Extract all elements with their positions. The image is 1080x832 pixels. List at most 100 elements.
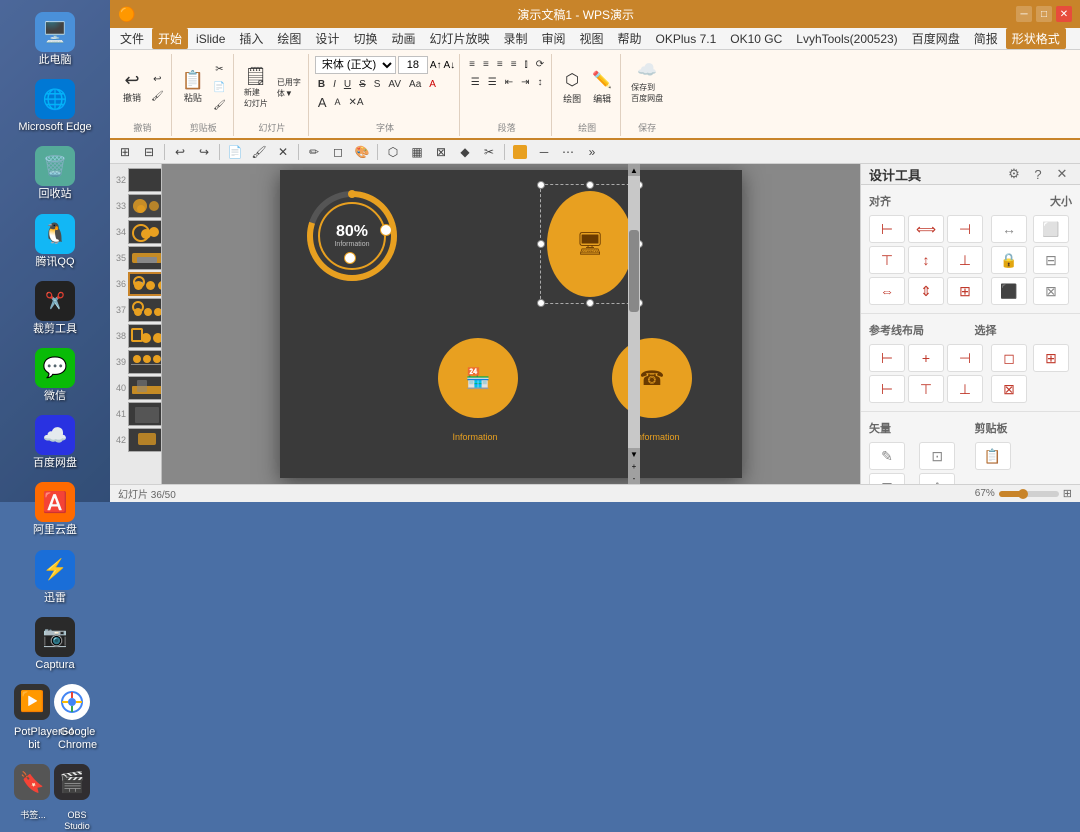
desktop-icon-edge[interactable]: 🌐 Microsoft Edge [10,75,100,138]
menu-baidu[interactable]: 百度网盘 [906,28,966,49]
new-slide-button[interactable]: 🗒 新建幻灯片 [240,62,272,114]
underline-button[interactable]: U [341,76,354,92]
vector-merge-btn[interactable]: ⊟ [869,473,905,484]
toolbar-table-button[interactable]: ⊟ [138,142,160,162]
toolbar-clear-format[interactable]: ✕ [272,142,294,162]
font-size-decrease-button[interactable]: A↓ [444,60,456,71]
bold-button[interactable]: B [315,76,328,92]
desktop-icon-recycle[interactable]: 🗑️ 回收站 [10,142,100,205]
grid-tl-btn[interactable]: ⊢ [869,344,905,372]
size-match-btn[interactable]: ⬛ [991,277,1027,305]
menu-review[interactable]: 审阅 [536,28,572,49]
vector-node-btn[interactable]: ⊡ [919,442,955,470]
font-name-select[interactable]: 宋体 (正文) [315,56,396,74]
desktop-icon-bottom[interactable]: 🔖 🎬 [10,760,100,806]
menu-help[interactable]: 帮助 [612,28,648,49]
toolbar-grid-button[interactable]: ⊞ [114,142,136,162]
size-equal-btn[interactable]: ⊟ [1033,246,1069,274]
toolbar-redo-button[interactable]: ↪ [193,142,215,162]
distribute-h-btn[interactable]: ⇔ [869,277,905,305]
distribute-all-btn[interactable]: ⊞ [947,277,983,305]
toolbar-arrange[interactable]: ⊠ [430,142,452,162]
close-button[interactable]: ✕ [1056,6,1072,22]
toolbar-copy-button[interactable]: 📄 [224,142,246,162]
toolbar-format-painter[interactable]: 🖌 [248,142,270,162]
toolbar-undo-button[interactable]: ↩ [169,142,191,162]
select-same-type-btn[interactable]: ⊞ [1033,344,1069,372]
zoom-button[interactable]: + [628,460,640,472]
desktop-icon-thunder[interactable]: ⚡ 迅雷 [10,546,100,609]
font-size-increase-button[interactable]: A↑ [430,60,442,71]
strikethrough-button[interactable]: S [356,76,369,92]
desktop-icon-computer[interactable]: 🖥️ 此电脑 [10,8,100,71]
size-width-btn[interactable]: ↔ [991,215,1027,243]
handle-tm[interactable] [586,181,594,189]
align-right-btn[interactable]: ⊣ [947,215,983,243]
spacing-button[interactable]: AV [385,76,404,92]
toolbar-crop[interactable]: ✂ [478,142,500,162]
menu-brief[interactable]: 简报 [968,28,1004,49]
menu-file[interactable]: 文件 [114,28,150,49]
grid-tr-btn[interactable]: ⊣ [947,344,983,372]
numbered-list-button[interactable]: ☰ [485,74,500,90]
menu-islide[interactable]: iSlide [190,30,231,48]
slide-thumbnail-38[interactable] [128,324,162,348]
desktop-icon-cricut[interactable]: ✂️ 裁剪工具 [10,277,100,340]
uppercase-button[interactable]: Aa [406,76,424,92]
shadow-button[interactable]: S [371,76,384,92]
undo-button[interactable]: ↩ 撤销 [118,62,146,114]
indent-increase-button[interactable]: ⇥ [518,74,532,90]
menu-switch[interactable]: 切换 [347,28,383,49]
right-circle[interactable]: ☎ [612,338,692,418]
toolbar-eraser-button[interactable]: ◻ [327,142,349,162]
menu-view[interactable]: 视图 [574,28,610,49]
bullet-list-button[interactable]: ☰ [468,74,483,90]
select-all-btn[interactable]: ◻ [991,344,1027,372]
handle-bl[interactable] [537,299,545,307]
scroll-down-button[interactable]: ▼ [628,448,640,460]
align-left-button[interactable]: ≡ [466,56,478,72]
size-fit-btn[interactable]: ⊠ [1033,277,1069,305]
select-lasso-btn[interactable]: ⊠ [991,375,1027,403]
paste-button[interactable]: 📋 粘贴 [178,62,208,114]
middle-circle[interactable]: 🏪 [438,338,518,418]
zoom-slider[interactable] [999,491,1059,497]
save-to-cloud-button[interactable]: ☁️ 保存到百度网盘 [627,56,667,108]
scroll-thumb[interactable] [629,230,639,312]
slide-thumbnail-33[interactable] [128,194,162,218]
menu-ok10[interactable]: OK10 GC [724,30,788,48]
slide-thumbnail-41[interactable] [128,402,162,426]
fit-slide-button[interactable]: ⊞ [1063,487,1072,500]
slide-thumbnail-32[interactable] [128,168,162,192]
font-size-a-small[interactable]: A [332,94,344,110]
menu-start[interactable]: 开始 [152,28,188,49]
toolbar-draw-button[interactable]: ✏ [303,142,325,162]
toolbar-color-picker[interactable]: 🎨 [351,142,373,162]
slide-thumbnail-36[interactable]: 80% [128,272,162,296]
cut-button[interactable]: ✂ [210,62,229,78]
italic-button[interactable]: I [330,76,339,92]
maximize-button[interactable]: □ [1036,6,1052,22]
menu-record[interactable]: 录制 [497,28,533,49]
grid-br-btn[interactable]: ⊥ [947,375,983,403]
toolbar-overflow[interactable]: » [581,142,603,162]
menu-okplus[interactable]: OKPlus 7.1 [650,30,723,48]
copy-button[interactable]: 📄 [210,80,229,96]
menu-lvyh[interactable]: LvyhTools(200523) [790,30,903,48]
slide-thumbnail-42[interactable] [128,428,162,452]
shapes-button[interactable]: ⬡ 绘图 [558,62,586,114]
handle-ml[interactable] [537,240,545,248]
grid-b-btn[interactable]: ⊤ [908,375,944,403]
slide-thumbnail-37[interactable] [128,298,162,322]
vector-text-btn[interactable]: A [919,473,955,484]
justify-button[interactable]: ≡ [508,56,520,72]
menu-design[interactable]: 设计 [309,28,345,49]
align-top-btn[interactable]: ⊤ [869,246,905,274]
toolbar-fill-color[interactable] [509,142,531,162]
panel-close-button[interactable]: ✕ [1052,164,1072,184]
panel-settings-button[interactable]: ⚙ [1004,164,1024,184]
already-used-button[interactable]: 已用字体▼ [274,80,304,96]
format-painter-button[interactable]: 🖌 [148,88,167,104]
size-height-btn[interactable]: ⬜ [1033,215,1069,243]
desktop-icon-potplayer[interactable]: ▶️ [10,680,100,726]
